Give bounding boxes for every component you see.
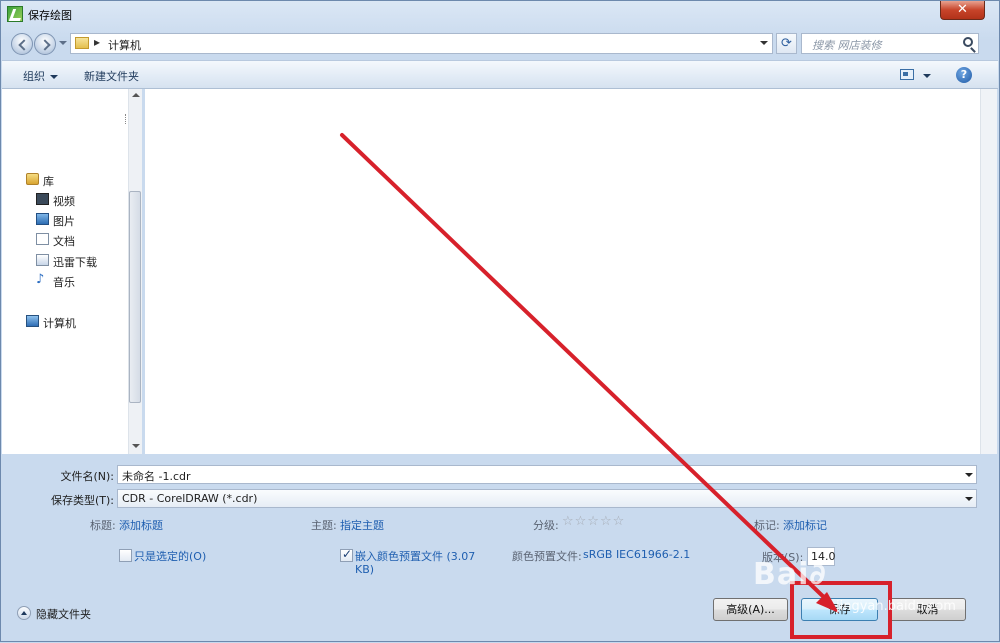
nav-item-label: 音乐 [53,276,75,289]
breadcrumb-computer[interactable]: 计算机 [108,37,141,53]
chevron-right-icon[interactable]: ▸ [94,35,100,49]
filetype-value: CDR - CorelDRAW (*.cdr) [122,492,258,505]
tags-meta-label: 标记: [754,519,780,532]
window-title: 保存绘图 [28,9,72,22]
folder-icon [75,37,89,49]
save-dialog: 保存绘图 ✕ ▸ 计算机 ⟳ 搜索 网店装修 组织 新建文件夹 ? 库 视频 图… [0,0,1000,642]
title-bar: 保存绘图 ✕ [1,1,1000,27]
command-bar: 组织 新建文件夹 ? [2,60,998,89]
back-button[interactable] [11,33,33,55]
filetype-dropdown-icon[interactable] [965,497,973,501]
nav-item-label: 库 [43,175,54,188]
baidu-watermark: Bai∂ [753,557,827,592]
filetype-label: 保存类型(T): [50,494,114,507]
pictures-icon [36,213,49,225]
library-icon [26,173,39,185]
search-icon[interactable] [963,37,973,47]
document-icon [36,233,49,245]
hide-folders-label[interactable]: 隐藏文件夹 [36,606,91,622]
nav-item-label: 图片 [53,215,75,228]
nav-item-label: 计算机 [43,317,76,330]
recent-locations-dropdown-icon[interactable] [59,41,67,45]
specify-subject-field[interactable]: 指定主题 [340,517,384,533]
selected-only-checkbox[interactable] [119,549,132,562]
subject-meta-label: 主题: [311,519,337,532]
address-dropdown-icon[interactable] [760,41,768,45]
selected-only-label[interactable]: 只是选定的(O) [134,548,206,564]
embed-color-profile-label-line2[interactable]: KB) [355,563,374,576]
computer-icon [26,315,39,327]
color-profile-value[interactable]: sRGB IEC61966-2.1 [583,548,690,561]
organize-menu[interactable]: 组织 [23,68,58,84]
file-list[interactable] [145,89,980,454]
refresh-button[interactable]: ⟳ [776,33,797,54]
filename-value: 未命名 -1.cdr [122,470,191,483]
download-folder-icon [36,254,49,266]
forward-button[interactable] [34,33,56,55]
filetype-select[interactable]: CDR - CorelDRAW (*.cdr) [117,489,977,508]
search-input[interactable]: 搜索 网店装修 [801,33,979,54]
filename-dropdown-icon[interactable] [965,473,973,477]
filename-label: 文件名(N): [60,470,114,483]
change-view-icon[interactable] [900,69,914,80]
advanced-button[interactable]: 高级(A)... [713,598,788,621]
embed-color-profile-checkbox[interactable] [340,547,353,562]
music-note-icon: ♪ [36,272,45,287]
nav-item-label: 文档 [53,235,75,248]
pane-resize-grip[interactable] [125,114,128,124]
view-dropdown-icon[interactable] [923,74,931,78]
nav-item-label: 视频 [53,195,75,208]
navigation-pane: 库 视频 图片 文档 迅雷下载 ♪ 音乐 计算机 [2,89,142,454]
nav-scrollbar-thumb[interactable] [129,191,141,403]
filename-input[interactable]: 未命名 -1.cdr [117,465,977,484]
help-icon[interactable]: ? [956,67,972,83]
nav-item-label: 迅雷下载 [53,256,97,269]
address-bar[interactable]: ▸ 计算机 [70,33,773,54]
search-placeholder: 搜索 网店装修 [812,39,882,52]
file-list-scrollbar[interactable] [980,89,997,454]
add-title-field[interactable]: 添加标题 [119,517,163,533]
rating-stars[interactable]: ☆☆☆☆☆ [562,514,625,529]
color-profile-label: 颜色预置文件: [512,550,582,563]
add-tags-field[interactable]: 添加标记 [783,517,827,533]
video-icon [36,193,49,205]
title-meta-label: 标题: [90,519,116,532]
new-folder-button[interactable]: 新建文件夹 [84,68,139,84]
coreldraw-app-icon [7,6,23,22]
baidu-watermark-url: jingyan.baidu.com [836,599,956,614]
embed-color-profile-label-line1[interactable]: 嵌入颜色预置文件 (3.07 [355,548,475,564]
chevron-up-icon[interactable] [17,606,31,620]
close-button[interactable]: ✕ [940,1,985,20]
scroll-up-icon[interactable] [132,93,140,97]
rating-meta-label: 分级: [533,519,559,532]
scroll-down-icon[interactable] [132,444,140,448]
